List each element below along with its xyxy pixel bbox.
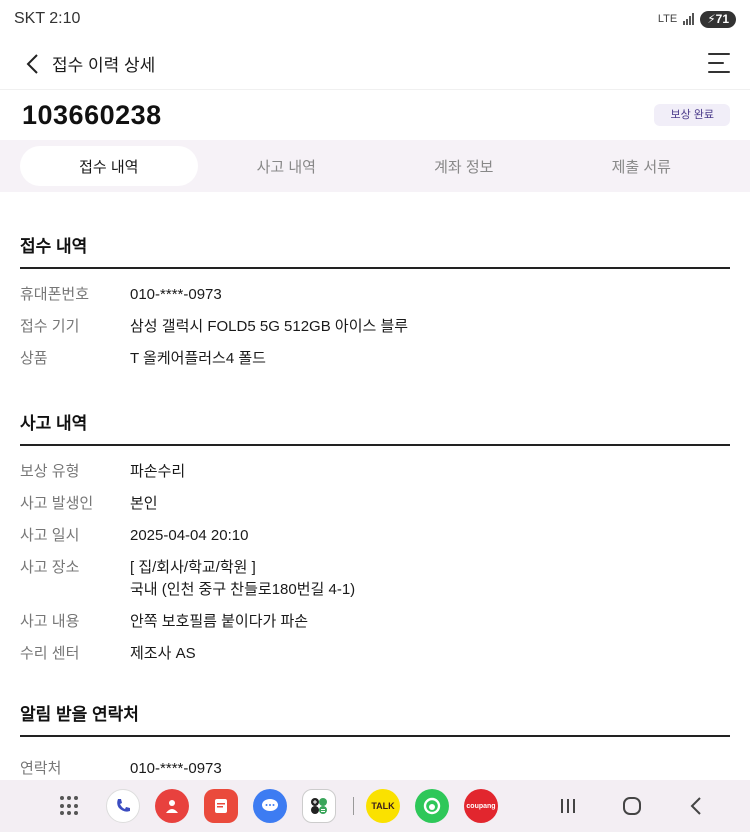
detail-row: 접수 기기 삼성 갤럭시 FOLD5 5G 512GB 아이스 블루 bbox=[20, 311, 730, 343]
battery-icon: ⚡71 bbox=[700, 10, 736, 28]
app-header: 접수 이력 상세 bbox=[0, 38, 750, 90]
row-label: 사고 발생인 bbox=[20, 495, 94, 512]
row-label: 사고 일시 bbox=[20, 527, 80, 544]
status-bar: SKT 2:10 LTE ⚡71 bbox=[0, 0, 750, 38]
hamburger-menu-icon[interactable] bbox=[708, 53, 730, 73]
claim-summary: 103660238 보상 완료 bbox=[0, 90, 750, 140]
detail-row: 수리 센터 제조사 AS bbox=[20, 638, 730, 670]
row-value: 안쪽 보호필름 붙이다가 파손 bbox=[130, 613, 309, 630]
status-icons: LTE ⚡71 bbox=[657, 10, 736, 28]
app-drawer-icon[interactable] bbox=[60, 796, 80, 816]
detail-row: 사고 일시 2025-04-04 20:10 bbox=[20, 520, 730, 552]
accident-rows: 보상 유형 파손수리 사고 발생인 본인 사고 일시 2025-04-04 20… bbox=[20, 446, 730, 670]
row-label: 접수 기기 bbox=[20, 318, 80, 335]
row-label: 수리 센터 bbox=[20, 645, 80, 662]
navigation-bar: TALK coupang bbox=[0, 780, 750, 832]
tab-accident[interactable]: 사고 내역 bbox=[198, 146, 376, 186]
kakaotalk-app-icon[interactable]: TALK bbox=[366, 789, 400, 823]
messages-app-icon[interactable] bbox=[253, 789, 287, 823]
contact-rows: 연락처 010-****-0973 bbox=[20, 737, 730, 785]
status-badge: 보상 완료 bbox=[654, 104, 730, 126]
section-title-receipt: 접수 내역 bbox=[20, 232, 730, 269]
back-nav-icon[interactable] bbox=[681, 791, 711, 821]
row-label: 상품 bbox=[20, 350, 48, 367]
kakaotalk-label: TALK bbox=[371, 801, 395, 811]
taskbar-divider bbox=[353, 797, 354, 815]
tab-account[interactable]: 계좌 정보 bbox=[375, 146, 553, 186]
page-title: 접수 이력 상세 bbox=[52, 56, 156, 75]
location-address: 국내 (인천 중구 찬들로180번길 4-1) bbox=[130, 581, 356, 598]
home-icon[interactable] bbox=[617, 791, 647, 821]
row-label: 보상 유형 bbox=[20, 463, 80, 480]
detail-row: 사고 내용 안쪽 보호필름 붙이다가 파손 bbox=[20, 606, 730, 638]
detail-content: 접수 내역 휴대폰번호 010-****-0973 접수 기기 삼성 갤럭시 F… bbox=[0, 192, 750, 785]
tab-bar: 접수 내역 사고 내역 계좌 정보 제출 서류 bbox=[0, 140, 750, 192]
row-value: 삼성 갤럭시 FOLD5 5G 512GB 아이스 블루 bbox=[130, 318, 409, 335]
phone-app-icon[interactable] bbox=[106, 789, 140, 823]
row-value: 본인 bbox=[130, 495, 158, 512]
detail-row: 보상 유형 파손수리 bbox=[20, 456, 730, 488]
back-icon[interactable] bbox=[20, 52, 44, 76]
coupang-app-icon[interactable]: coupang bbox=[464, 789, 498, 823]
contacts-app-icon[interactable] bbox=[155, 789, 189, 823]
detail-row: 휴대폰번호 010-****-0973 bbox=[20, 279, 730, 311]
detail-row: 상품 T 올케어플러스4 폴드 bbox=[20, 343, 730, 375]
calculator-app-icon[interactable] bbox=[302, 789, 336, 823]
claim-number: 103660238 bbox=[22, 99, 162, 130]
notes-app-icon[interactable] bbox=[204, 789, 238, 823]
battery-level: 71 bbox=[715, 11, 729, 26]
row-value: 파손수리 bbox=[130, 463, 186, 480]
section-title-contact: 알림 받을 연락처 bbox=[20, 700, 730, 737]
tab-documents[interactable]: 제출 서류 bbox=[553, 146, 731, 186]
row-value: 010-****-0973 bbox=[130, 286, 222, 303]
row-value: 010-****-0973 bbox=[130, 760, 222, 777]
location-type: [ 집/회사/학교/학원 ] bbox=[130, 559, 256, 576]
recent-apps-icon[interactable] bbox=[553, 791, 583, 821]
detail-row: 사고 장소 [ 집/회사/학교/학원 ] 국내 (인천 중구 찬들로180번길 … bbox=[20, 552, 730, 606]
row-label: 휴대폰번호 bbox=[20, 286, 90, 303]
detail-row: 사고 발생인 본인 bbox=[20, 488, 730, 520]
coupang-label: coupang bbox=[466, 802, 496, 810]
network-type: LTE bbox=[657, 13, 678, 25]
carrier-time: SKT 2:10 bbox=[14, 10, 81, 27]
row-label: 사고 장소 bbox=[20, 559, 80, 576]
row-value: 2025-04-04 20:10 bbox=[130, 527, 249, 544]
row-value: [ 집/회사/학교/학원 ] 국내 (인천 중구 찬들로180번길 4-1) bbox=[130, 557, 355, 601]
row-value: T 올케어플러스4 폴드 bbox=[130, 350, 266, 367]
row-label: 사고 내용 bbox=[20, 613, 80, 630]
signal-icon bbox=[683, 13, 695, 25]
section-title-accident: 사고 내역 bbox=[20, 409, 730, 446]
row-value: 제조사 AS bbox=[130, 645, 196, 662]
tab-receipt[interactable]: 접수 내역 bbox=[20, 146, 198, 186]
band-app-icon[interactable] bbox=[415, 789, 449, 823]
receipt-rows: 휴대폰번호 010-****-0973 접수 기기 삼성 갤럭시 FOLD5 5… bbox=[20, 269, 730, 375]
row-label: 연락처 bbox=[20, 760, 62, 777]
